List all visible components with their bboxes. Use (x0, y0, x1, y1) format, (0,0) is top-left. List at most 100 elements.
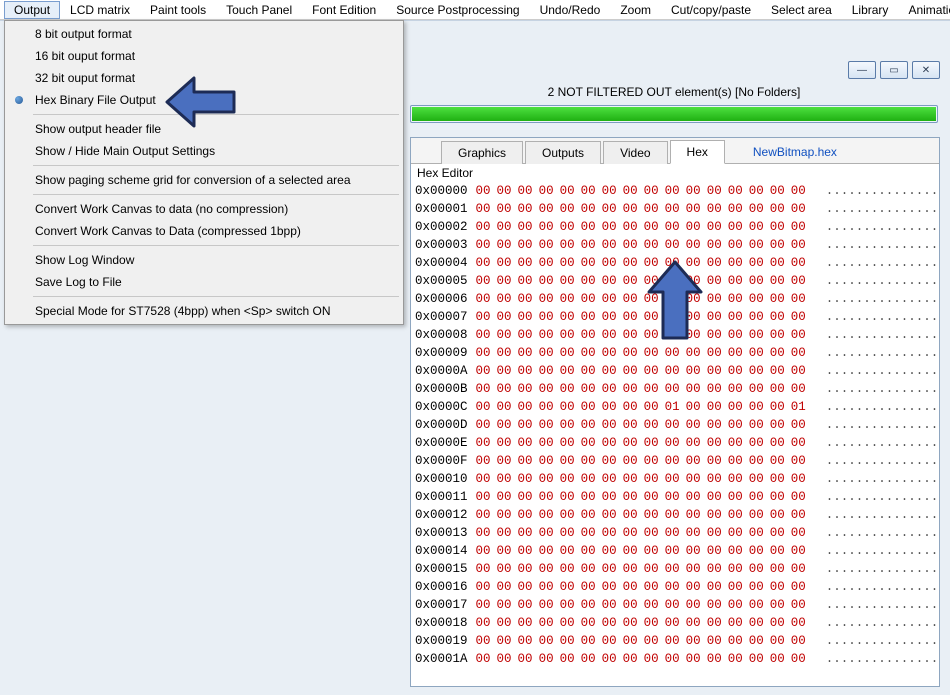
hex-row[interactable]: 0x0000000000000000000000000000000000000.… (411, 182, 939, 200)
hex-bytes: 00000000000000000000000000000000 (476, 184, 812, 198)
tab-outputs[interactable]: Outputs (525, 141, 601, 164)
filename-link[interactable]: NewBitmap.hex (747, 141, 843, 163)
menu-animation[interactable]: Animation (898, 1, 950, 19)
hex-bytes: 00000000000000000000000000000000 (476, 220, 812, 234)
hex-address: 0x0001A (411, 652, 468, 666)
hex-address: 0x0000F (411, 454, 468, 468)
menuitem-convert-work-canvas-to-data-compressed-1[interactable]: Convert Work Canvas to Data (compressed … (7, 220, 401, 242)
menu-paint-tools[interactable]: Paint tools (140, 1, 216, 19)
hex-ascii: ................ (820, 292, 939, 306)
hex-bytes: 00000000000000000000000000000000 (476, 472, 812, 486)
hex-row[interactable]: 0x0000F 00000000000000000000000000000000.… (411, 452, 939, 470)
hex-address: 0x00017 (411, 598, 468, 612)
close-button[interactable]: ✕ (912, 61, 940, 79)
menuitem-8-bit-output-format[interactable]: 8 bit output format (7, 23, 401, 45)
hex-ascii: ................ (820, 454, 939, 468)
hex-row[interactable]: 0x0000300000000000000000000000000000000.… (411, 236, 939, 254)
hex-row[interactable]: 0x0000E00000000000000000000000000000000.… (411, 434, 939, 452)
menu-undo-redo[interactable]: Undo/Redo (530, 1, 611, 19)
hex-address: 0x00008 (411, 328, 468, 342)
menu-cut-copy-paste[interactable]: Cut/copy/paste (661, 1, 761, 19)
hex-row[interactable]: 0x0001600000000000000000000000000000000.… (411, 578, 939, 596)
hex-bytes: 00000000000000000000000000000000 (476, 436, 812, 450)
hex-row[interactable]: 0x0000100000000000000000000000000000000.… (411, 200, 939, 218)
tab-video[interactable]: Video (603, 141, 667, 164)
menu-lcd-matrix[interactable]: LCD matrix (60, 1, 140, 19)
hex-address: 0x00001 (411, 202, 468, 216)
content-panel: GraphicsOutputsVideoHex NewBitmap.hex Hex… (410, 137, 940, 687)
hex-address: 0x00013 (411, 526, 468, 540)
menuitem-label: Convert Work Canvas to Data (compressed … (35, 224, 301, 238)
menuitem-label: Save Log to File (35, 275, 122, 289)
menu-zoom[interactable]: Zoom (610, 1, 661, 19)
menuitem-show-paging-scheme-grid-for-conversion-o[interactable]: Show paging scheme grid for conversion o… (7, 169, 401, 191)
menuitem-label: Show Log Window (35, 253, 134, 267)
hex-row[interactable]: 0x0001400000000000000000000000000000000.… (411, 542, 939, 560)
hex-bytes: 00000000000000000000000000000000 (476, 616, 812, 630)
tab-graphics[interactable]: Graphics (441, 141, 523, 164)
hex-bytes: 00000000000000000000000000000000 (476, 382, 812, 396)
menuitem-show-log-window[interactable]: Show Log Window (7, 249, 401, 271)
hex-bytes: 00000000000000000000000000000000 (476, 454, 812, 468)
hex-row[interactable]: 0x00015 00000000000000000000000000000000.… (411, 560, 939, 578)
hex-ascii: ................ (820, 562, 939, 576)
progress-bar (410, 105, 938, 123)
menuitem-show-hide-main-output-settings[interactable]: Show / Hide Main Output Settings (7, 140, 401, 162)
hex-ascii: ................ (820, 490, 939, 504)
hex-address: 0x00007 (411, 310, 468, 324)
menu-touch-panel[interactable]: Touch Panel (216, 1, 302, 19)
menuitem-16-bit-ouput-format[interactable]: 16 bit ouput format (7, 45, 401, 67)
hex-ascii: ................ (820, 202, 939, 216)
hex-bytes: 00000000000000000000000000000000 (476, 652, 812, 666)
hex-address: 0x00011 (411, 490, 468, 504)
hex-row[interactable]: 0x0001700000000000000000000000000000000.… (411, 596, 939, 614)
hex-bytes: 00000000000000000000000000000000 (476, 238, 812, 252)
hex-bytes: 00000000000000000000000000000000 (476, 562, 812, 576)
menu-separator (33, 194, 399, 195)
maximize-button[interactable]: ▭ (880, 61, 908, 79)
hex-address: 0x0000A (411, 364, 468, 378)
hex-ascii: ................ (820, 346, 939, 360)
hex-editor-title: Hex Editor (411, 164, 939, 183)
hex-ascii: ................ (820, 598, 939, 612)
hex-row[interactable]: 0x0001100000000000000000000000000000000.… (411, 488, 939, 506)
menuitem-special-mode-for-st7528-4bpp-when-sp-swi[interactable]: Special Mode for ST7528 (4bpp) when <Sp>… (7, 300, 401, 322)
tab-hex[interactable]: Hex (670, 140, 725, 164)
menu-library[interactable]: Library (842, 1, 899, 19)
hex-address: 0x0000E (411, 436, 468, 450)
menu-source-postprocessing[interactable]: Source Postprocessing (386, 1, 529, 19)
hex-row[interactable]: 0x0001200000000000000000000000000000000.… (411, 506, 939, 524)
hex-ascii: ................ (820, 508, 939, 522)
menuitem-label: Show output header file (35, 122, 161, 136)
hex-row[interactable]: 0x0001900000000000000000000000000000000.… (411, 632, 939, 650)
annotation-arrow-left (162, 68, 242, 136)
hex-row[interactable]: 0x0000B00000000000000000000000000000000.… (411, 380, 939, 398)
menu-font-edition[interactable]: Font Edition (302, 1, 386, 19)
hex-row[interactable]: 0x0001800000000000000000000000000000000.… (411, 614, 939, 632)
menuitem-save-log-to-file[interactable]: Save Log to File (7, 271, 401, 293)
minimize-button[interactable]: — (848, 61, 876, 79)
hex-row[interactable]: 0x0001000000000000000000000000000000000.… (411, 470, 939, 488)
hex-row[interactable]: 0x0000900000000000000000000000000000000.… (411, 344, 939, 362)
hex-ascii: ................ (820, 364, 939, 378)
hex-address: 0x0000C (411, 400, 468, 414)
hex-bytes: 00000000000000000000000000000000 (476, 634, 812, 648)
hex-row[interactable]: 0x0000A00000000000000000000000000000000.… (411, 362, 939, 380)
hex-address: 0x00002 (411, 220, 468, 234)
hex-row[interactable]: 0x0000C00000000000000000001000000000001.… (411, 398, 939, 416)
hex-ascii: ................ (820, 328, 939, 342)
menuitem-label: Special Mode for ST7528 (4bpp) when <Sp>… (35, 304, 331, 318)
hex-address: 0x00015 (411, 562, 468, 576)
hex-bytes: 00000000000000000000000000000000 (476, 418, 812, 432)
menu-output[interactable]: Output (4, 1, 60, 19)
hex-ascii: ................ (820, 580, 939, 594)
hex-row[interactable]: 0x0000D00000000000000000000000000000000.… (411, 416, 939, 434)
hex-bytes: 00000000000000000000000000000000 (476, 346, 812, 360)
menuitem-convert-work-canvas-to-data-no-compressi[interactable]: Convert Work Canvas to data (no compress… (7, 198, 401, 220)
menuitem-label: 32 bit ouput format (35, 71, 135, 85)
hex-row[interactable]: 0x0000200000000000000000000000000000000.… (411, 218, 939, 236)
hex-row[interactable]: 0x0001A00000000000000000000000000000000.… (411, 650, 939, 668)
hex-row[interactable]: 0x0001300000000000000000000000000000000.… (411, 524, 939, 542)
status-area: 2 NOT FILTERED OUT element(s) [No Folder… (410, 83, 938, 131)
menu-select-area[interactable]: Select area (761, 1, 842, 19)
